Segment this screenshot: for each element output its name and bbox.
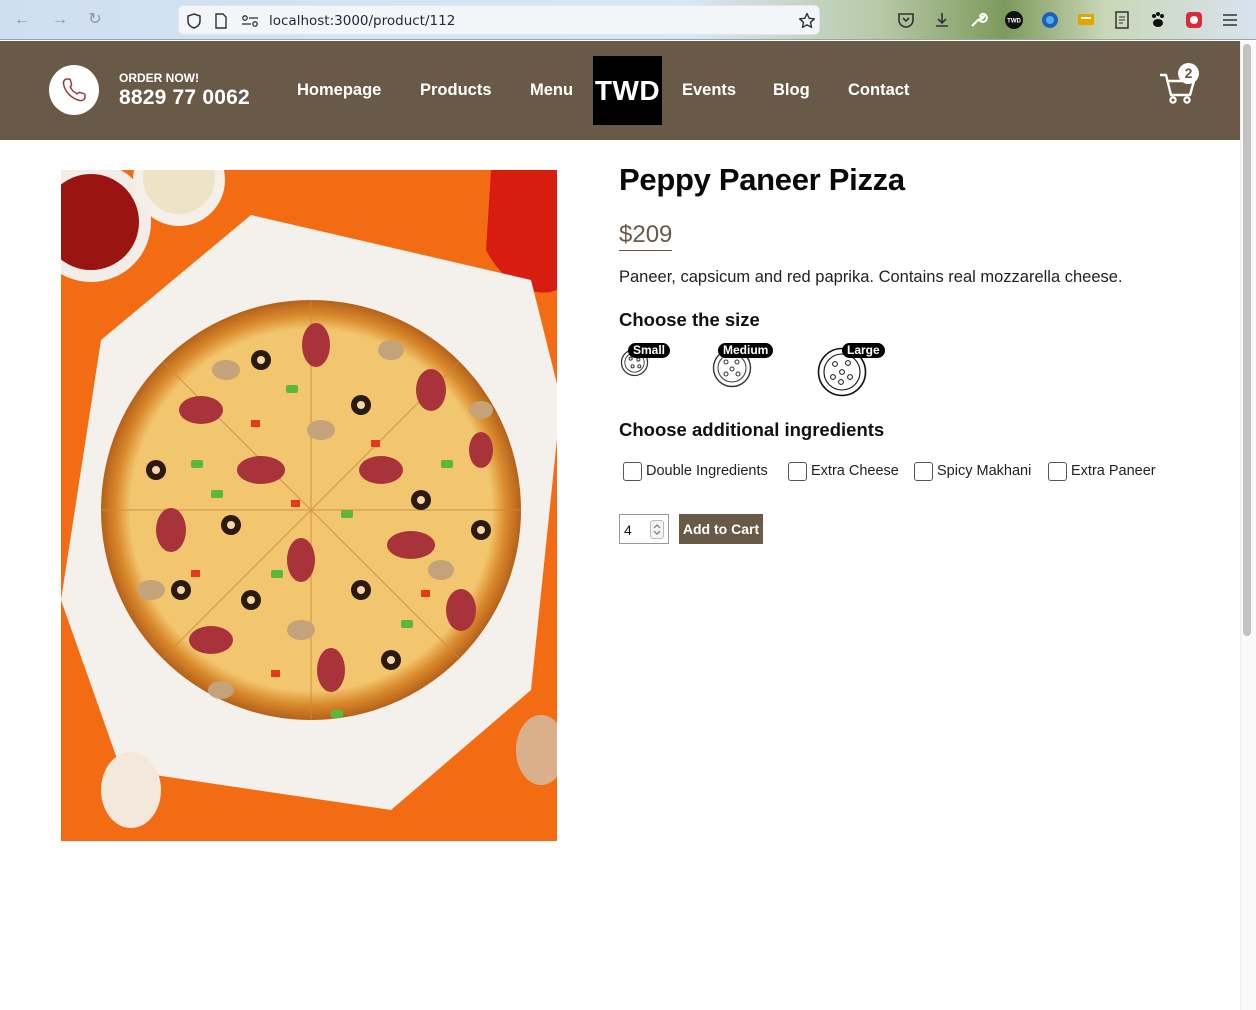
phone-icon bbox=[62, 78, 86, 102]
site-header: ORDER NOW! 8829 77 0062 Homepage Product… bbox=[0, 41, 1240, 140]
checkbox[interactable] bbox=[623, 461, 642, 481]
nav-blog[interactable]: Blog bbox=[773, 81, 810, 100]
ingredient-spicy-makhani[interactable]: Spicy Makhani bbox=[914, 461, 1031, 481]
url-text[interactable]: localhost:3000/product/112 bbox=[269, 13, 455, 29]
checkbox[interactable] bbox=[914, 461, 933, 481]
nav-contact[interactable]: Contact bbox=[848, 81, 909, 100]
red-extension-icon[interactable] bbox=[1184, 10, 1204, 30]
ingredient-label: Extra Cheese bbox=[811, 463, 899, 479]
permissions-icon[interactable] bbox=[241, 15, 259, 27]
size-option-large[interactable]: Large bbox=[816, 343, 888, 398]
address-bar[interactable]: localhost:3000/product/112 bbox=[178, 5, 820, 35]
nav-events[interactable]: Events bbox=[682, 81, 736, 100]
back-icon[interactable]: ← bbox=[12, 10, 32, 30]
stepper-arrows-icon[interactable] bbox=[650, 520, 664, 539]
product-image bbox=[61, 170, 557, 841]
cart-count-badge: 2 bbox=[1178, 63, 1199, 84]
ingredient-label: Spicy Makhani bbox=[937, 463, 1032, 479]
wrench-icon[interactable] bbox=[968, 10, 988, 30]
scrollbar-thumb[interactable] bbox=[1243, 44, 1251, 636]
product-title: Peppy Paneer Pizza bbox=[619, 162, 905, 197]
nav-products[interactable]: Products bbox=[420, 81, 492, 100]
size-label-small: Small bbox=[628, 343, 671, 358]
quantity-value[interactable]: 4 bbox=[624, 522, 632, 538]
globe-extension-icon[interactable] bbox=[1040, 10, 1060, 30]
size-option-medium[interactable]: Medium bbox=[712, 343, 774, 388]
size-option-small[interactable]: Small bbox=[619, 343, 671, 378]
order-now-label: ORDER NOW! bbox=[119, 71, 199, 85]
ingredient-extra-cheese[interactable]: Extra Cheese bbox=[788, 461, 899, 481]
twd-extension-icon[interactable]: TWD bbox=[1004, 10, 1024, 30]
size-label-large: Large bbox=[842, 343, 885, 358]
phone-number[interactable]: 8829 77 0062 bbox=[119, 86, 250, 110]
shield-icon[interactable] bbox=[187, 13, 201, 29]
ingredient-double-ingredients[interactable]: Double Ingredients bbox=[623, 461, 768, 481]
ingredient-label: Extra Paneer bbox=[1071, 463, 1156, 479]
screen-extension-icon[interactable] bbox=[1076, 10, 1096, 30]
checkbox[interactable] bbox=[1048, 461, 1067, 481]
phone-badge[interactable] bbox=[49, 65, 99, 115]
download-icon[interactable] bbox=[932, 10, 952, 30]
size-heading: Choose the size bbox=[619, 309, 760, 330]
checkbox[interactable] bbox=[788, 461, 807, 481]
ingredients-heading: Choose additional ingredients bbox=[619, 419, 885, 440]
add-to-cart-button[interactable]: Add to Cart bbox=[679, 514, 763, 544]
hamburger-menu-icon[interactable] bbox=[1220, 10, 1240, 30]
ingredient-label: Double Ingredients bbox=[646, 463, 768, 479]
browser-toolbar: ← → ↻ localhost:3000/product/112 TWD bbox=[0, 0, 1256, 40]
quantity-stepper[interactable]: 4 bbox=[619, 514, 669, 544]
bookmark-star-icon[interactable] bbox=[798, 12, 816, 30]
ingredient-extra-paneer[interactable]: Extra Paneer bbox=[1048, 461, 1156, 481]
twd-logo[interactable]: TWD bbox=[593, 56, 662, 125]
forward-icon[interactable]: → bbox=[50, 10, 70, 30]
page-icon bbox=[215, 13, 227, 29]
pocket-icon[interactable] bbox=[896, 10, 916, 30]
svg-text:TWD: TWD bbox=[1007, 19, 1021, 25]
nav-homepage[interactable]: Homepage bbox=[297, 81, 381, 100]
notes-extension-icon[interactable] bbox=[1112, 10, 1132, 30]
size-label-medium: Medium bbox=[718, 343, 774, 358]
nav-menu[interactable]: Menu bbox=[530, 81, 573, 100]
paw-extension-icon[interactable] bbox=[1148, 10, 1168, 30]
reload-icon[interactable]: ↻ bbox=[85, 10, 105, 30]
product-description: Paneer, capsicum and red paprika. Contai… bbox=[619, 268, 1123, 286]
pizza-illustration bbox=[61, 170, 557, 841]
product-price: $209 bbox=[619, 221, 673, 251]
